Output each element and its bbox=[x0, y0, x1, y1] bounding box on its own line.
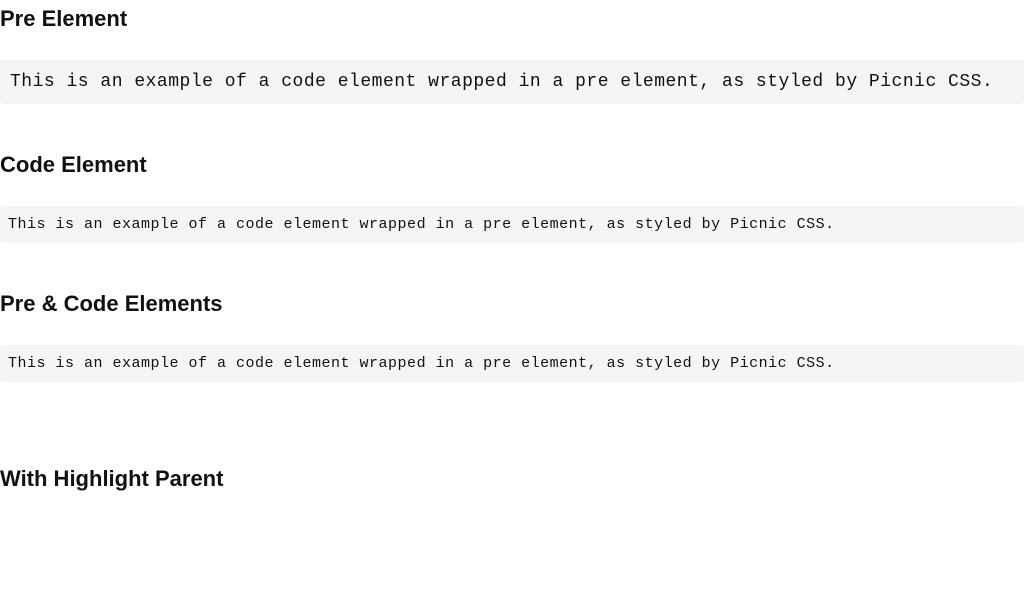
section-pre-and-code: Pre & Code Elements This is an example o… bbox=[0, 291, 1024, 382]
spacer bbox=[0, 430, 1024, 460]
heading-pre-and-code: Pre & Code Elements bbox=[0, 291, 1024, 317]
heading-code-element: Code Element bbox=[0, 152, 1024, 178]
heading-pre-element: Pre Element bbox=[0, 6, 1024, 32]
section-code-element: Code Element This is an example of a cod… bbox=[0, 152, 1024, 243]
section-highlight-parent: With Highlight Parent bbox=[0, 466, 1024, 492]
heading-highlight-parent: With Highlight Parent bbox=[0, 466, 1024, 492]
code-block-code-element: This is an example of a code element wra… bbox=[0, 206, 1024, 243]
section-pre-element: Pre Element This is an example of a code… bbox=[0, 6, 1024, 104]
code-block-pre-element: This is an example of a code element wra… bbox=[0, 60, 1024, 104]
code-block-pre-and-code: This is an example of a code element wra… bbox=[0, 345, 1024, 382]
